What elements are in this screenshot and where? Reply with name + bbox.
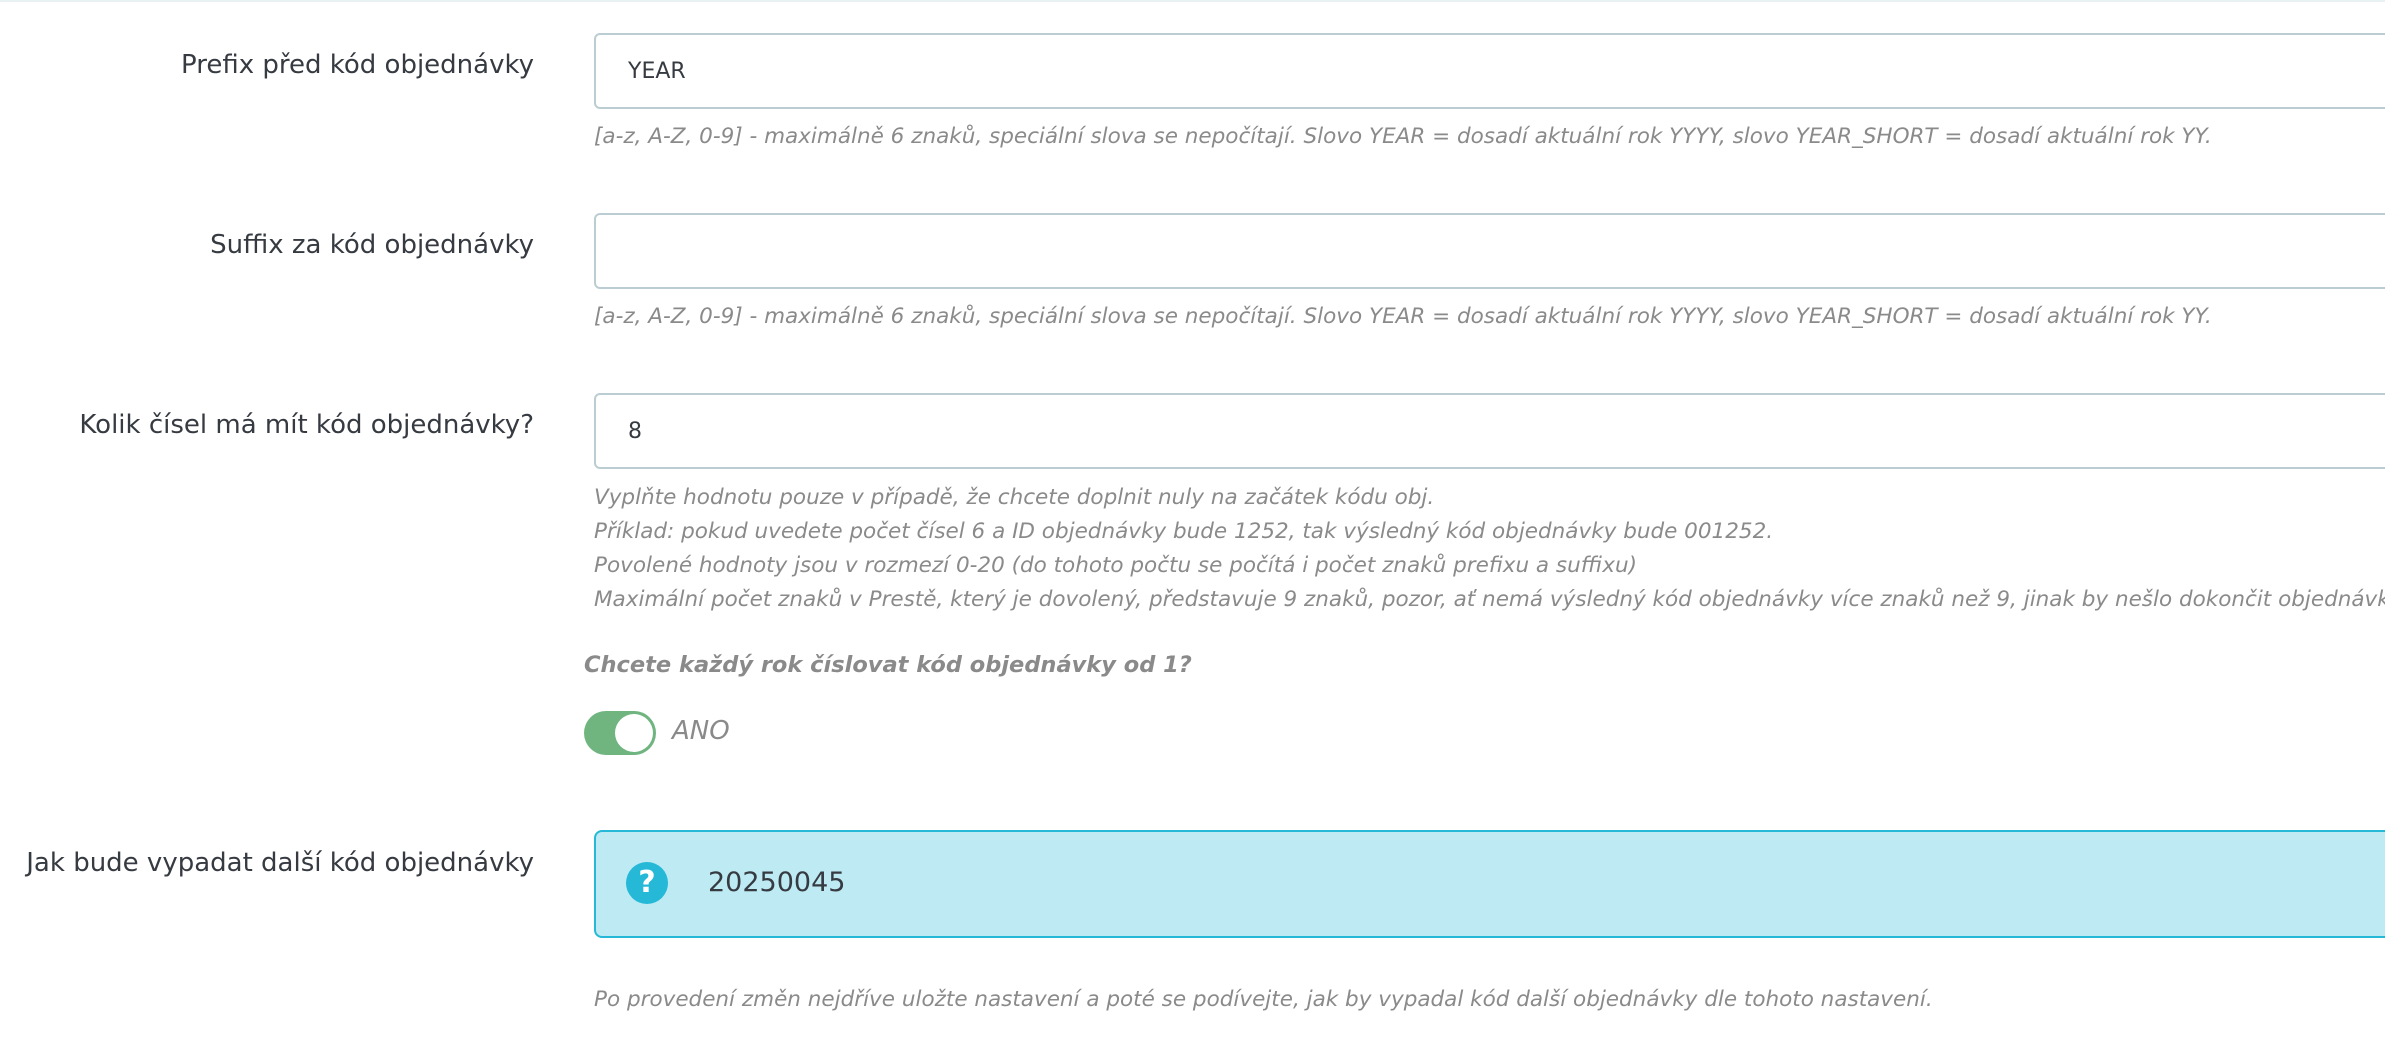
prefix-help-text: [a-z, A-Z, 0-9] - maximálně 6 znaků, spe… [594,124,2212,149]
suffix-label: Suffix za kód objednávky [210,230,534,260]
digits-help-line-1: Vyplňte hodnotu pouze v případě, že chce… [594,485,1435,510]
next-code-info-box: ? 20250045 [594,830,2385,938]
yearly-reset-toggle[interactable] [584,711,656,755]
next-code-help-text: Po provedení změn nejdříve uložte nastav… [594,987,1933,1012]
prefix-input[interactable] [594,33,2385,109]
next-code-value: 20250045 [708,867,846,898]
digits-help-line-2: Příklad: pokud uvedete počet čísel 6 a I… [594,519,1774,544]
prefix-label: Prefix před kód objednávky [180,50,534,80]
digits-label: Kolik čísel má mít kód objednávky? [79,410,534,440]
digits-help-line-3: Povolené hodnoty jsou v rozmezí 0-20 (do… [594,553,1637,578]
next-code-label: Jak bude vypadat další kód objednávky [26,848,534,878]
suffix-help-text: [a-z, A-Z, 0-9] - maximálně 6 znaků, spe… [594,304,2212,329]
yearly-reset-state-label: ANO [672,716,730,746]
yearly-reset-question: Chcete každý rok číslovat kód objednávky… [584,652,1192,678]
question-circle-icon: ? [626,862,668,904]
digits-help-line-4: Maximální počet znaků v Prestě, který je… [594,587,2385,612]
top-divider [0,0,2385,2]
suffix-input[interactable] [594,213,2385,289]
order-code-settings-form: Prefix před kód objednávky [a-z, A-Z, 0-… [0,0,2385,1049]
toggle-knob [615,714,653,752]
digits-input[interactable] [594,393,2385,469]
